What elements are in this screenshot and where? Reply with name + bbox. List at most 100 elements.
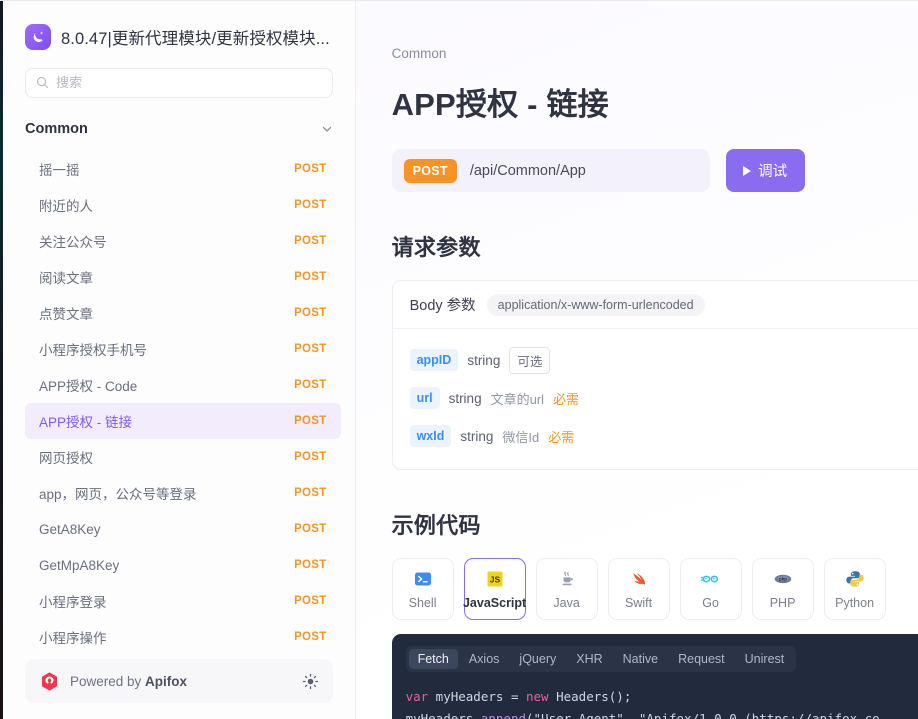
api-list-item[interactable]: GetMpA8KeyPOST — [25, 547, 341, 583]
java-coffee-icon — [557, 568, 577, 590]
api-item-name: 阅读文章 — [39, 267, 93, 287]
svg-text:php: php — [779, 576, 787, 581]
api-list-item[interactable]: 点赞文章POST — [25, 295, 341, 331]
param-type: string — [467, 353, 500, 368]
moon-star-logo-icon — [25, 24, 51, 50]
param-rows: appID string 可选 url string 文章的url必需 wxId string… — [393, 329, 918, 469]
code-sample-text: var myHeaders = new Headers(); myHeaders… — [406, 686, 918, 719]
sidebar: 8.0.47|更新代理模块/更新授权模块... Common 摇一摇POST附近… — [0, 0, 356, 719]
code-line1-tail: Headers(); — [549, 689, 632, 704]
api-item-name: APP授权 - Code — [39, 375, 137, 395]
sidebar-footer: Powered by Apifox — [3, 651, 355, 719]
code-library-tab[interactable]: XHR — [567, 649, 611, 669]
api-item-method: POST — [294, 631, 327, 643]
param-name: appID — [410, 349, 459, 371]
api-item-name: 小程序操作 — [39, 627, 107, 647]
api-item-name: 摇一摇 — [39, 159, 80, 179]
language-tab-label: Swift — [625, 596, 652, 610]
http-method-badge: POST — [404, 159, 457, 183]
code-line2-tail: ("User-Agent", "Apifox/1.0.0 (https://ap… — [526, 711, 880, 719]
language-tab[interactable]: Swift — [608, 558, 670, 620]
api-item-method: POST — [294, 235, 327, 247]
api-list-item[interactable]: 小程序操作 POST — [25, 619, 341, 651]
language-tab[interactable]: phpPHP — [752, 558, 814, 620]
code-library-tab[interactable]: jQuery — [510, 649, 565, 669]
apifox-doc-window: 8.0.47|更新代理模块/更新授权模块... Common 摇一摇POST附近… — [0, 0, 918, 719]
api-list-item[interactable]: 网页授权 POST — [25, 439, 341, 475]
svg-text:JS: JS — [489, 575, 500, 585]
language-tab[interactable]: Java — [536, 558, 598, 620]
main-content: Common APP授权 - 链接 POST /api/Common/App 调… — [356, 0, 918, 719]
search-box[interactable] — [25, 68, 333, 98]
param-row: wxId string 微信Id 必需 — [410, 417, 918, 455]
code-library-tab[interactable]: Unirest — [736, 649, 794, 669]
play-icon — [743, 166, 751, 176]
powered-by-card[interactable]: Powered by Apifox — [25, 659, 333, 703]
api-list-item[interactable]: APP授权 - CodePOST — [25, 367, 341, 403]
api-list-item[interactable]: app，网页，公众号等登录 POST — [25, 475, 341, 511]
api-item-method: POST — [294, 199, 327, 211]
api-item-name: 关注公众号 — [39, 231, 107, 251]
code-line2-head: myHeaders. — [406, 711, 481, 719]
breadcrumb: Common — [392, 0, 918, 61]
search-input[interactable] — [56, 69, 322, 97]
param-required-flag: 可选 — [509, 347, 550, 374]
page-title: APP授权 - 链接 — [392, 79, 918, 124]
param-row: urlstring文章的url必需 — [410, 379, 918, 417]
body-params-label: Body 参数 — [410, 294, 476, 315]
api-item-method: POST — [294, 163, 327, 175]
sidebar-group-common[interactable]: Common — [3, 108, 355, 152]
code-library-tab[interactable]: Fetch — [409, 649, 458, 669]
debug-button[interactable]: 调试 — [726, 149, 805, 192]
api-list-item[interactable]: 附近的人POST — [25, 187, 341, 223]
api-list-item[interactable]: 小程序授权手机号 POST — [25, 331, 341, 367]
code-library-tab[interactable]: Native — [614, 649, 667, 669]
content-type-chip: application/x-www-form-urlencoded — [487, 294, 705, 316]
sun-theme-icon[interactable] — [302, 673, 319, 690]
param-required-flag: 必需 — [548, 427, 574, 446]
code-library-tab[interactable]: Axios — [460, 649, 509, 669]
go-gopher-icon — [700, 568, 722, 590]
language-tabs[interactable]: ShellJSJavaScript Java Swift Go phpPHP Python — [392, 558, 918, 620]
param-name: wxId — [410, 425, 452, 447]
api-item-name: app，网页，公众号等登录 — [39, 483, 197, 503]
endpoint-row: POST /api/Common/App 调试 — [392, 149, 918, 192]
api-item-name: 网页授权 — [39, 447, 93, 467]
api-item-name: 小程序授权手机号 — [39, 339, 147, 359]
language-tab[interactable]: JSJavaScript — [464, 558, 526, 620]
api-list-item[interactable]: 阅读文章POST — [25, 259, 341, 295]
language-tab[interactable]: Shell — [392, 558, 454, 620]
param-name: url — [410, 387, 440, 409]
code-fn-append: append — [481, 711, 526, 719]
api-list-item[interactable]: 摇一摇 POST — [25, 151, 341, 187]
api-list-item[interactable]: 小程序登录POST — [25, 583, 341, 619]
debug-button-label: 调试 — [758, 160, 787, 181]
api-item-method: POST — [294, 451, 327, 463]
api-list-item[interactable]: GetA8KeyPOST — [25, 511, 341, 547]
api-list-item[interactable]: 关注公众号 POST — [25, 223, 341, 259]
api-item-method: POST — [294, 523, 327, 535]
endpoint-url-bar[interactable]: POST /api/Common/App — [392, 149, 710, 192]
powered-by-label: Powered by Apifox — [70, 674, 292, 689]
language-tab[interactable]: Python — [824, 558, 886, 620]
language-tab-label: Java — [553, 596, 579, 610]
api-endpoint-list[interactable]: 摇一摇POST附近的人POST关注公众号POST阅读文章POST点赞文章POST… — [3, 151, 355, 651]
param-description: 微信Id — [502, 427, 539, 446]
param-description: 文章的url — [491, 389, 544, 408]
api-item-method: POST — [294, 487, 327, 499]
code-keyword-var: var — [406, 689, 429, 704]
code-line1-rest: myHeaders = — [428, 689, 526, 704]
endpoint-path: /api/Common/App — [470, 163, 586, 179]
param-type: string — [449, 391, 482, 406]
code-library-tab[interactable]: Request — [669, 649, 734, 669]
param-type: string — [460, 429, 493, 444]
code-library-tabs[interactable]: FetchAxiosjQueryXHRNativeRequestUnirest — [406, 646, 797, 672]
language-tab[interactable]: Go — [680, 558, 742, 620]
language-tab-label: Python — [835, 596, 874, 610]
language-tab-label: Go — [702, 596, 719, 610]
api-item-name: 小程序登录 — [39, 591, 107, 611]
chevron-down-icon[interactable] — [321, 123, 333, 135]
api-item-method: POST — [294, 343, 327, 355]
api-item-method: POST — [294, 307, 327, 319]
api-list-item[interactable]: APP授权 - 链接POST — [25, 403, 341, 439]
